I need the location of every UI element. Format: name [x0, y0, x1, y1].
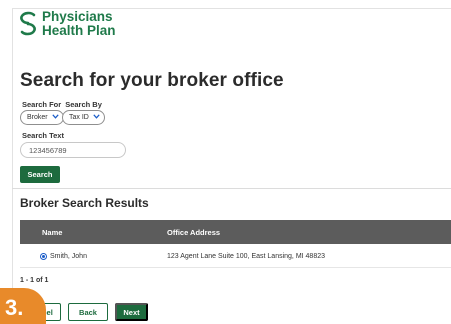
- results-table-header: Name Office Address: [20, 220, 451, 244]
- column-header-address: Office Address: [167, 228, 221, 237]
- page-title: Search for your broker office: [20, 70, 284, 91]
- search-labels: Search For Search By: [22, 100, 102, 109]
- results-count: 1 - 1 of 1: [20, 277, 49, 284]
- search-by-select[interactable]: Tax ID: [62, 110, 105, 125]
- next-button[interactable]: Next: [115, 303, 148, 321]
- search-for-label: Search For: [22, 100, 62, 109]
- brand-name: Physicians Health Plan: [42, 10, 116, 38]
- chevron-down-icon: [51, 114, 59, 121]
- office-address: 123 Agent Lane Suite 100, East Lansing, …: [167, 253, 326, 260]
- step-badge: 3.: [0, 288, 46, 324]
- search-by-value: Tax ID: [69, 114, 89, 121]
- results-title: Broker Search Results: [20, 196, 149, 210]
- section-divider: [12, 188, 451, 189]
- brand-logo: Physicians Health Plan: [18, 10, 116, 38]
- brand-line-2: Health Plan: [42, 23, 116, 38]
- chevron-down-icon: [93, 114, 100, 121]
- row-select-radio[interactable]: [40, 253, 47, 260]
- brand-line-1: Physicians: [42, 9, 113, 24]
- column-header-name: Name: [42, 228, 63, 237]
- search-for-value: Broker: [27, 114, 48, 121]
- search-for-select[interactable]: Broker: [20, 110, 64, 125]
- table-row[interactable]: Smith, John 123 Agent Lane Suite 100, Ea…: [20, 246, 451, 268]
- broker-name: Smith, John: [50, 253, 87, 260]
- search-button[interactable]: Search: [20, 166, 60, 183]
- back-button[interactable]: Back: [68, 303, 108, 321]
- search-by-label: Search By: [65, 100, 102, 109]
- php-logo-icon: [18, 10, 38, 38]
- page-frame: [12, 8, 451, 324]
- search-text-label: Search Text: [22, 131, 64, 140]
- search-text-input[interactable]: [20, 142, 126, 158]
